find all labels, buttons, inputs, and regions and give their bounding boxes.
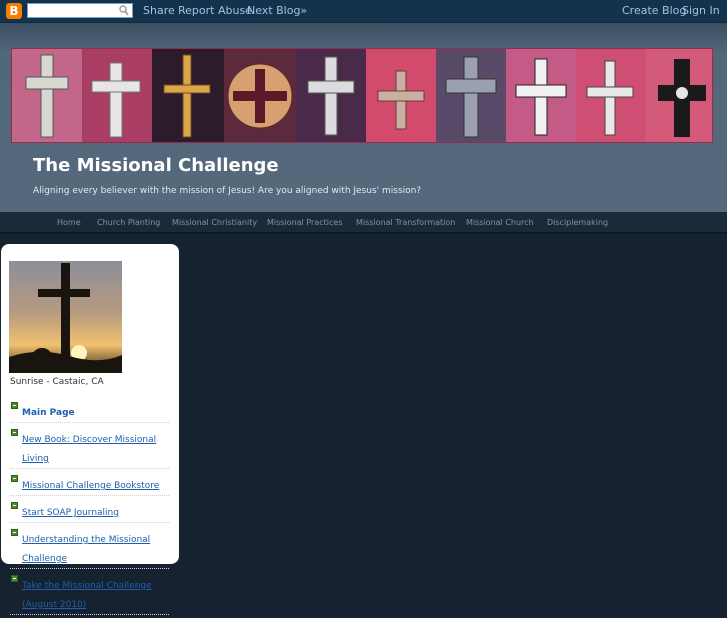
bullet-icon (11, 502, 18, 509)
understanding-challenge-link[interactable]: Understanding the Missional Challenge (22, 535, 150, 564)
tab-missional-transformation[interactable]: Missional Transformation (356, 218, 455, 227)
page-tabs: Home Church Planting Missional Christian… (0, 212, 727, 234)
tab-disciplemaking[interactable]: Disciplemaking (547, 218, 608, 227)
blogger-logo-icon[interactable]: B (6, 3, 22, 19)
list-item: New Book: Discover Missional Living (10, 426, 169, 469)
main-page-link[interactable]: Main Page (22, 408, 75, 418)
new-book-link[interactable]: New Book: Discover Missional Living (22, 435, 156, 464)
bullet-icon (11, 575, 18, 582)
crosses-banner-icon (12, 49, 712, 142)
photo-caption: Sunrise - Castaic, CA (10, 377, 104, 387)
list-item: Understanding the Missional Challenge (10, 526, 169, 569)
list-item: Missional Challenge Bookstore (10, 472, 169, 496)
create-blog-link[interactable]: Create Blog (622, 4, 686, 17)
sign-in-link[interactable]: Sign In (682, 4, 720, 17)
tab-home[interactable]: Home (57, 218, 81, 227)
report-abuse-link[interactable]: Report Abuse (178, 4, 252, 17)
list-item: Main Page (10, 399, 169, 423)
blogger-navbar: B Share Report Abuse Next Blog» Create B… (0, 0, 727, 23)
take-challenge-link[interactable]: Take the Missional Challenge (August 201… (22, 581, 152, 610)
bullet-icon (11, 529, 18, 536)
share-link[interactable]: Share (143, 4, 175, 17)
tab-church-planting[interactable]: Church Planting (97, 218, 160, 227)
bookstore-link[interactable]: Missional Challenge Bookstore (22, 481, 159, 491)
bullet-icon (11, 475, 18, 482)
blog-title[interactable]: The Missional Challenge (33, 155, 279, 176)
bullet-icon (11, 402, 18, 409)
bullet-icon (11, 429, 18, 436)
sidebar-link-list: Main Page New Book: Discover Missional L… (10, 399, 169, 618)
header-banner-image[interactable] (11, 48, 713, 143)
soap-journaling-link[interactable]: Start SOAP Journaling (22, 508, 119, 518)
tab-missional-church[interactable]: Missional Church (466, 218, 534, 227)
list-item: Start SOAP Journaling (10, 499, 169, 523)
search-input[interactable] (27, 3, 133, 18)
next-blog-link[interactable]: Next Blog» (247, 4, 307, 17)
sunrise-cross-photo (9, 261, 122, 373)
tab-missional-practices[interactable]: Missional Practices (267, 218, 342, 227)
tab-missional-christianity[interactable]: Missional Christianity (172, 218, 257, 227)
search-icon[interactable] (119, 5, 129, 16)
list-item: Take the Missional Challenge (August 201… (10, 572, 169, 615)
sidebar: Sunrise - Castaic, CA Main Page New Book… (1, 244, 179, 615)
blog-description: Aligning every believer with the mission… (33, 186, 422, 196)
